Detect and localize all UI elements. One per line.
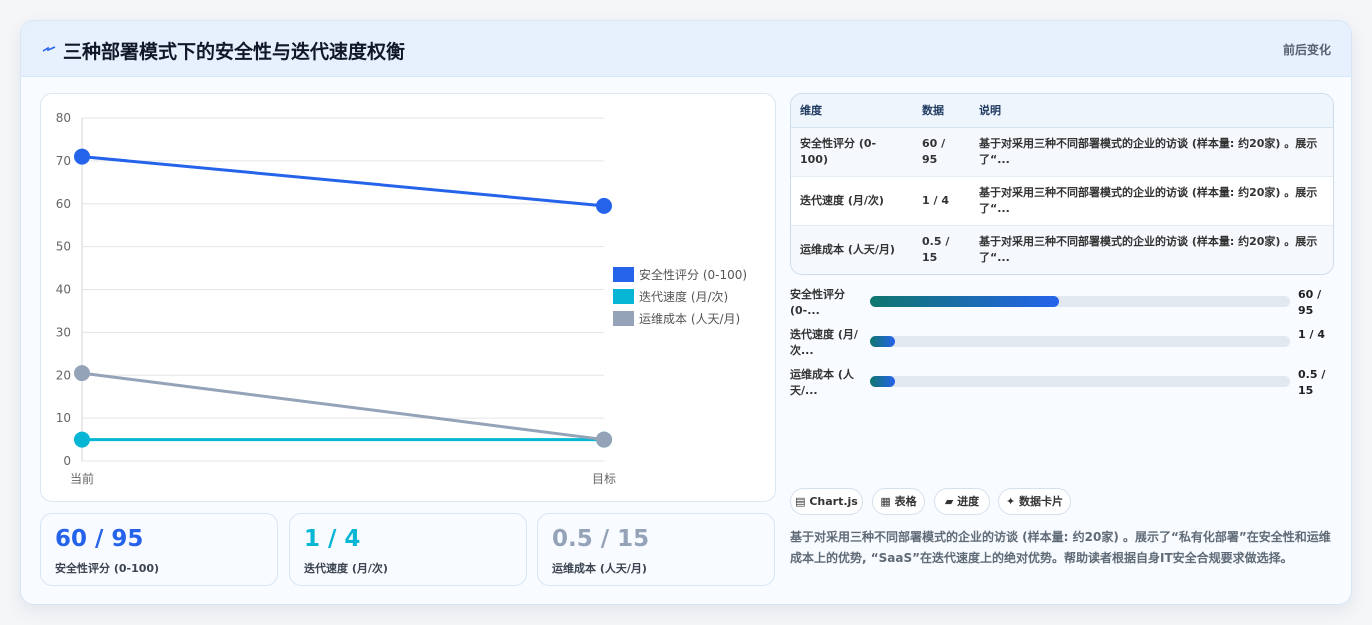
table-row: 运维成本 (人天/月) 0.5 / 15 基于对采用三种不同部署模式的企业的访谈… bbox=[791, 225, 1333, 274]
progress-row-iteration: 迭代速度 (月/次... 1 / 4 bbox=[790, 327, 1340, 363]
table-cell: 安全性评分 (0-100) bbox=[791, 127, 913, 177]
progress-value: 1 / 4 bbox=[1298, 328, 1325, 341]
y-tick-label: 80 bbox=[56, 111, 71, 125]
table-cell: 0.5 / 15 bbox=[913, 225, 970, 274]
data-point bbox=[596, 431, 612, 448]
column-header: 数据 bbox=[913, 94, 970, 128]
y-tick-label: 0 bbox=[63, 454, 71, 468]
data-point bbox=[596, 197, 612, 214]
table-cell: 迭代速度 (月/次) bbox=[791, 176, 913, 226]
data-point bbox=[74, 365, 90, 382]
line-chart: 0 10 20 30 40 50 60 70 80 当前 目标 安全性评分 (0-100) 迭代速度 (… bbox=[40, 93, 776, 502]
progress-fill bbox=[870, 296, 1059, 307]
column-header: 说明 bbox=[970, 94, 1333, 128]
data-table: 维度 数据 说明 安全性评分 (0-100) 60 / 95 基于对采用三种不同… bbox=[790, 93, 1334, 275]
table-cell: 运维成本 (人天/月) bbox=[791, 225, 913, 274]
progress-row-security: 安全性评分 (0-... 60 / 95 bbox=[790, 287, 1340, 323]
progress-label: 迭代速度 (月/次... bbox=[790, 328, 858, 357]
table-cell: 基于对采用三种不同部署模式的企业的访谈 (样本量: 约20家) 。展示了“... bbox=[970, 225, 1333, 274]
legend-swatch bbox=[613, 289, 634, 304]
stat-value: 60 / 95 bbox=[55, 526, 144, 552]
stat-card-iteration: 1 / 4 迭代速度 (月/次) bbox=[289, 513, 527, 586]
y-tick-label: 70 bbox=[56, 154, 71, 168]
stat-label: 安全性评分 (0-100) bbox=[55, 562, 160, 575]
chip-table[interactable]: ▦ 表格 bbox=[872, 488, 925, 515]
progress-label: 运维成本 (人天/... bbox=[790, 368, 854, 397]
table-cell: 基于对采用三种不同部署模式的企业的访谈 (样本量: 约20家) 。展示了“... bbox=[970, 127, 1333, 177]
y-tick-label: 10 bbox=[56, 411, 71, 425]
chip-data-card[interactable]: ✦ 数据卡片 bbox=[998, 488, 1071, 515]
column-header: 维度 bbox=[791, 94, 913, 128]
stat-value: 0.5 / 15 bbox=[552, 526, 650, 552]
y-tick-label: 60 bbox=[56, 197, 71, 211]
lightning-icon bbox=[42, 46, 56, 52]
change-label[interactable]: 前后变化 bbox=[1283, 41, 1331, 58]
data-point bbox=[74, 431, 90, 448]
chart-svg: 0 10 20 30 40 50 60 70 80 当前 目标 安全性评分 (0-100) 迭代速度 (… bbox=[56, 111, 747, 486]
progress-track bbox=[870, 336, 1290, 347]
progress-fill bbox=[870, 336, 896, 347]
progress-label: 安全性评分 (0-... bbox=[790, 288, 845, 317]
y-tick-label: 40 bbox=[56, 283, 71, 297]
stat-label: 迭代速度 (月/次) bbox=[304, 562, 388, 575]
y-tick-label: 30 bbox=[56, 325, 71, 339]
stat-card-ops-cost: 0.5 / 15 运维成本 (人天/月) bbox=[537, 513, 775, 586]
dashboard-card: 三种部署模式下的安全性与迭代速度权衡 前后变化 0 10 20 30 40 50 60 70 8… bbox=[20, 20, 1352, 605]
data-point bbox=[74, 148, 90, 165]
progress-fill bbox=[870, 376, 896, 387]
description: 基于对采用三种不同部署模式的企业的访谈 (样本量: 约20家) 。展示了“私有化… bbox=[790, 530, 1331, 565]
legend-label: 迭代速度 (月/次) bbox=[639, 289, 728, 304]
y-tick-label: 50 bbox=[56, 240, 71, 254]
y-tick-label: 20 bbox=[56, 368, 71, 382]
progress-track bbox=[870, 376, 1290, 387]
table-header-row: 维度 数据 说明 bbox=[791, 94, 1333, 128]
progress-track bbox=[870, 296, 1290, 307]
table-cell: 1 / 4 bbox=[913, 176, 970, 226]
card-header: 三种部署模式下的安全性与迭代速度权衡 前后变化 bbox=[21, 21, 1351, 77]
legend-swatch bbox=[613, 267, 634, 282]
series-line bbox=[81, 371, 605, 442]
series-line bbox=[81, 155, 605, 208]
progress-value: 0.5 / 15 bbox=[1298, 368, 1326, 397]
table-cell: 60 / 95 bbox=[913, 127, 970, 177]
stat-card-security: 60 / 95 安全性评分 (0-100) bbox=[40, 513, 278, 586]
chip-chartjs[interactable]: ▤ Chart.js bbox=[790, 488, 863, 515]
legend-label: 安全性评分 (0-100) bbox=[639, 267, 747, 282]
progress-value: 60 / 95 bbox=[1298, 288, 1322, 317]
x-tick-label: 当前 bbox=[70, 471, 94, 486]
table-cell: 基于对采用三种不同部署模式的企业的访谈 (样本量: 约20家) 。展示了“... bbox=[970, 176, 1333, 226]
progress-row-ops-cost: 运维成本 (人天/... 0.5 / 15 bbox=[790, 367, 1340, 403]
x-tick-label: 目标 bbox=[592, 472, 616, 486]
stat-value: 1 / 4 bbox=[304, 526, 361, 552]
table-row: 安全性评分 (0-100) 60 / 95 基于对采用三种不同部署模式的企业的访… bbox=[791, 127, 1333, 177]
stat-label: 运维成本 (人天/月) bbox=[552, 562, 647, 575]
legend-swatch bbox=[613, 311, 634, 326]
chip-progress[interactable]: ▰ 进度 bbox=[934, 488, 990, 515]
legend-label: 运维成本 (人天/月) bbox=[639, 312, 740, 326]
table-row: 迭代速度 (月/次) 1 / 4 基于对采用三种不同部署模式的企业的访谈 (样本… bbox=[791, 176, 1333, 226]
page-title: 三种部署模式下的安全性与迭代速度权衡 bbox=[63, 41, 406, 63]
